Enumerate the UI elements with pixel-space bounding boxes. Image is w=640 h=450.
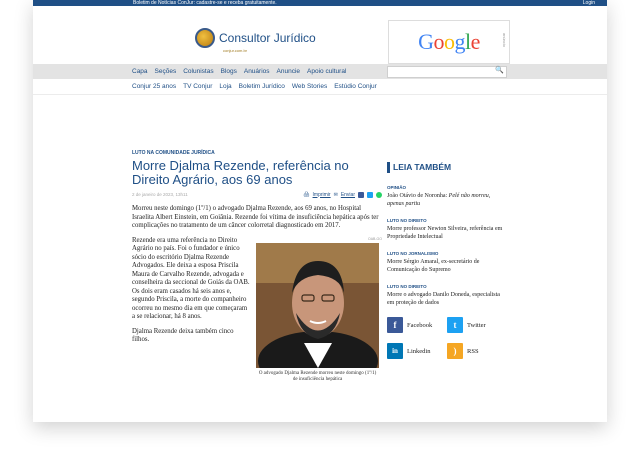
- secondary-nav: Conjur 25 anos TV Conjur Loja Boletim Ju…: [33, 79, 607, 95]
- nav-secoes[interactable]: Seções: [155, 68, 177, 75]
- nav-capa[interactable]: Capa: [132, 68, 148, 75]
- sidebar-item[interactable]: LUTO NO DIREITO Morre professor Newton S…: [387, 218, 505, 241]
- rss-link[interactable]: ) RSS: [447, 343, 507, 359]
- search-input[interactable]: 🔍: [387, 66, 507, 78]
- article-title: Morre Djalma Rezende, referência no Dire…: [132, 158, 349, 187]
- nav-blogs[interactable]: Blogs: [221, 68, 237, 75]
- rss-icon: ): [447, 343, 463, 359]
- site-header: Consultor Jurídico conjur.com.br Google …: [33, 6, 607, 64]
- sidebar-item-text[interactable]: Morre Sérgio Amaral, ex-secretário de Co…: [387, 258, 505, 274]
- rss-label: RSS: [467, 347, 479, 355]
- facebook-label: Facebook: [407, 321, 433, 329]
- article-photo[interactable]: [256, 242, 380, 368]
- twitter-label: Twitter: [467, 321, 486, 329]
- sidebar-title: LEIA TAMBÉM: [387, 162, 505, 173]
- browser-page: Boletim de Notícias ConJur: cadastre-se …: [33, 0, 607, 422]
- nav-anuncie[interactable]: Anuncie: [277, 68, 301, 75]
- google-logo: Google: [418, 29, 480, 54]
- sidebar-item-text[interactable]: Morre professor Newton Silveira, referên…: [387, 225, 505, 241]
- nav-apoio-cultural[interactable]: Apoio cultural: [307, 68, 346, 75]
- sidebar-item[interactable]: LUTO NO JORNALISMO Morre Sérgio Amaral, …: [387, 251, 505, 274]
- article-date: 2 de janeiro de 2023, 13h11: [132, 192, 188, 197]
- logo-name: Consultor Jurídico: [219, 31, 316, 45]
- email-icon[interactable]: ✉: [334, 192, 338, 198]
- linkedin-label: Linkedin: [407, 347, 431, 355]
- social-links: f Facebook t Twitter in Linkedin ) RSS: [387, 317, 505, 359]
- article: LUTO NA COMUNIDADE JURÍDICA Morre Djalma…: [132, 150, 382, 383]
- article-figure: OAB-GO O advogado Djalma Rezende morreu …: [256, 237, 382, 383]
- facebook-share-icon[interactable]: [358, 191, 364, 198]
- nav-loja[interactable]: Loja: [219, 83, 231, 90]
- photo-caption: O advogado Djalma Rezende morreu neste d…: [258, 370, 377, 382]
- sidebar-item-text[interactable]: João Otávio de Noronha: Pelé não morreu,…: [387, 192, 505, 208]
- article-meta: 2 de janeiro de 2023, 13h11 🖨 Imprimir ✉…: [132, 190, 382, 199]
- nav-colunistas[interactable]: Colunistas: [183, 68, 213, 75]
- ad-label: anúncio: [502, 33, 507, 48]
- site-logo[interactable]: Consultor Jurídico: [195, 28, 316, 48]
- sidebar-item[interactable]: OPINIÃO João Otávio de Noronha: Pelé não…: [387, 185, 505, 208]
- print-link[interactable]: Imprimir: [313, 192, 331, 198]
- facebook-link[interactable]: f Facebook: [387, 317, 447, 333]
- article-closing: Djalma Rezende deixa também cinco filhos…: [132, 327, 234, 344]
- linkedin-link[interactable]: in Linkedin: [387, 343, 447, 359]
- twitter-link[interactable]: t Twitter: [447, 317, 507, 333]
- article-lead: Morreu neste domingo (1º/1) o advogado D…: [132, 205, 379, 229]
- nav-conjur-25[interactable]: Conjur 25 anos: [132, 83, 176, 90]
- article-paragraph: Rezende era uma referência no Direito Ag…: [132, 236, 250, 321]
- linkedin-icon: in: [387, 343, 403, 359]
- share-tools: 🖨 Imprimir ✉ Enviar: [303, 191, 382, 198]
- primary-nav: Capa Seções Colunistas Blogs Anuários An…: [33, 64, 607, 79]
- logo-subtitle: conjur.com.br: [223, 48, 248, 53]
- sidebar-item-category: LUTO NO DIREITO: [387, 284, 427, 289]
- nav-anuarios[interactable]: Anuários: [244, 68, 270, 75]
- nav-web-stories[interactable]: Web Stories: [292, 83, 327, 90]
- twitter-share-icon[interactable]: [367, 191, 373, 198]
- send-link[interactable]: Enviar: [341, 192, 355, 198]
- portrait-image: [256, 242, 380, 368]
- sidebar-item-category: OPINIÃO: [387, 185, 407, 190]
- twitter-icon: t: [447, 317, 463, 333]
- article-body-row: Rezende era uma referência no Direito Ag…: [132, 237, 382, 383]
- sidebar-item-author: João Otávio de Noronha:: [387, 193, 449, 199]
- google-ad[interactable]: Google anúncio: [388, 20, 510, 64]
- sidebar-item[interactable]: LUTO NO DIREITO Morre o advogado Danilo …: [387, 284, 505, 307]
- nav-boletim[interactable]: Boletim Jurídico: [239, 83, 285, 90]
- facebook-icon: f: [387, 317, 403, 333]
- sidebar: LEIA TAMBÉM OPINIÃO João Otávio de Noron…: [387, 162, 505, 359]
- logo-emblem-icon: [195, 28, 215, 48]
- nav-estudio[interactable]: Estúdio Conjur: [334, 83, 377, 90]
- search-icon[interactable]: 🔍: [495, 66, 504, 74]
- print-icon[interactable]: 🖨: [303, 192, 309, 198]
- sidebar-item-category: LUTO NO DIREITO: [387, 218, 427, 223]
- sidebar-item-category: LUTO NO JORNALISMO: [387, 251, 439, 256]
- whatsapp-share-icon[interactable]: [376, 191, 382, 198]
- article-kicker: LUTO NA COMUNIDADE JURÍDICA: [132, 150, 215, 156]
- sidebar-item-text[interactable]: Morre o advogado Danilo Doneda, especial…: [387, 291, 505, 307]
- nav-tv-conjur[interactable]: TV Conjur: [183, 83, 212, 90]
